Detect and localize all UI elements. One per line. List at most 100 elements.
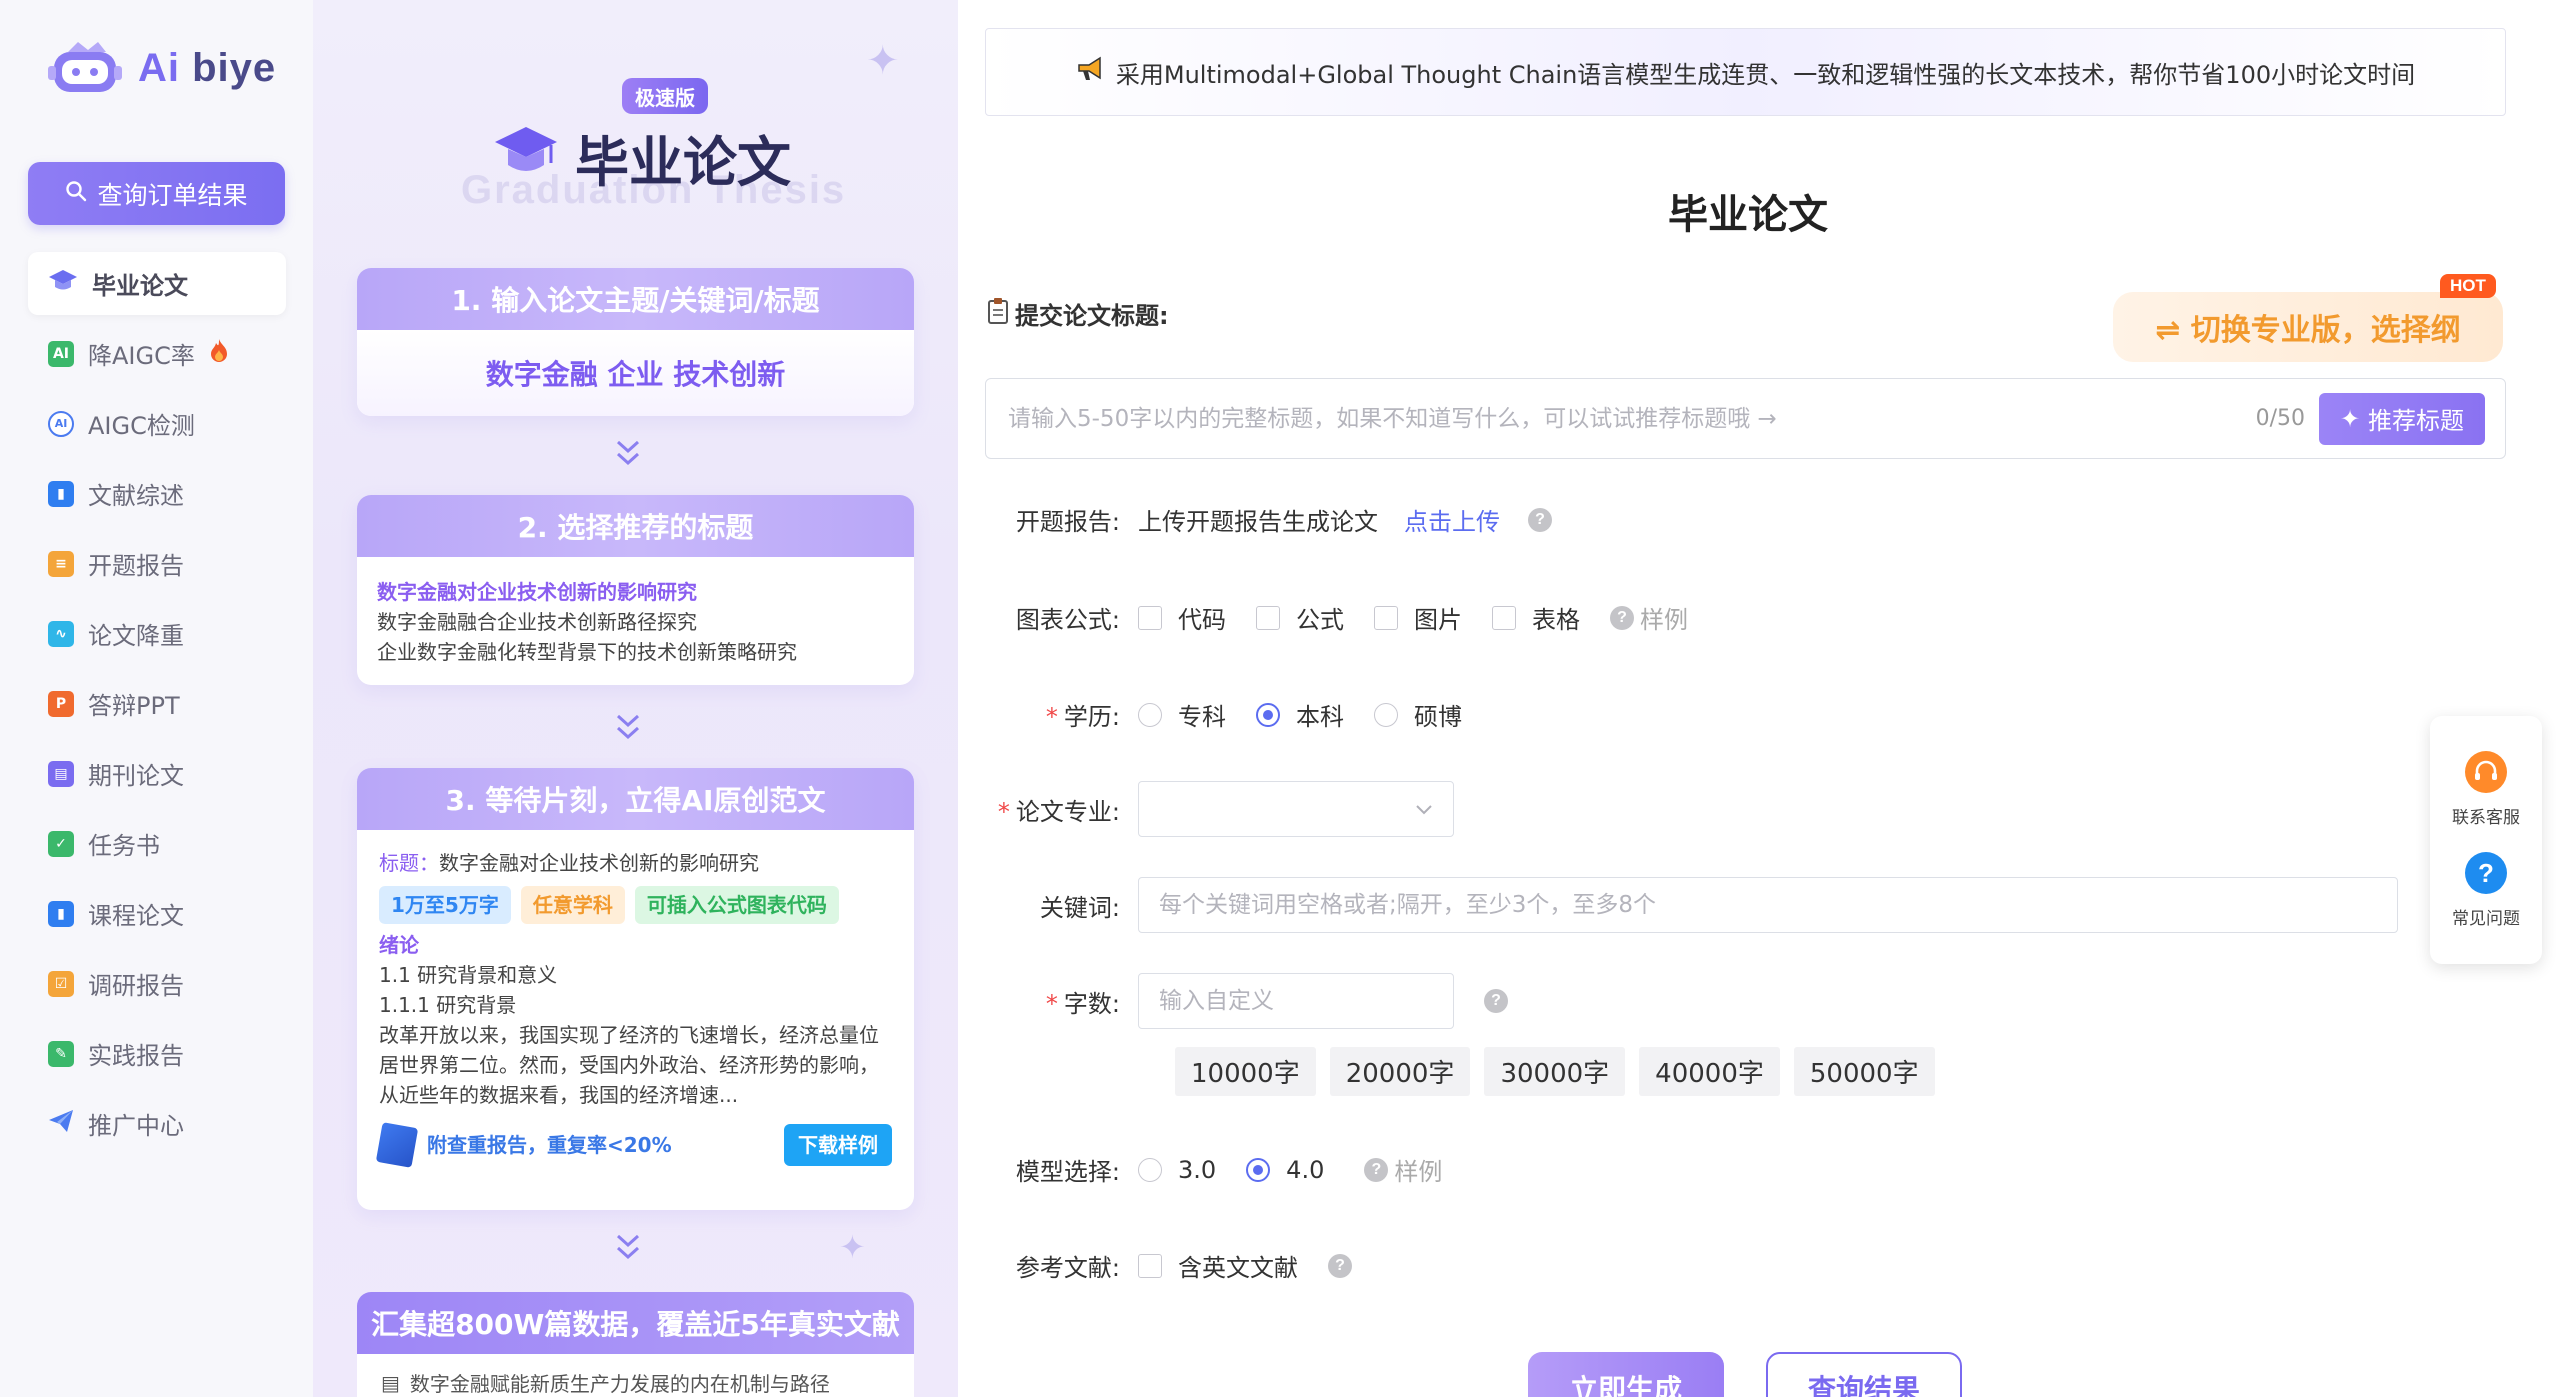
option-code[interactable]: 代码	[1138, 600, 1226, 635]
sidebar-item-journal[interactable]: ▤ 期刊论文	[28, 742, 286, 805]
checkbox-formula[interactable]	[1256, 605, 1280, 630]
sidebar-item-label: 课程论文	[88, 902, 184, 930]
step-3-body: 标题：数字金融对企业技术创新的影响研究 1万至5万字 任意学科 可插入公式图表代…	[357, 830, 914, 1182]
radio-bachelor[interactable]	[1256, 702, 1280, 727]
model-row: 模型选择: 3.0 4.0 ? 样例	[958, 1152, 1442, 1187]
radio-associate[interactable]	[1138, 702, 1162, 727]
checkbox-code[interactable]	[1138, 605, 1162, 630]
recommended-title-item: 数字金融对企业技术创新的影响研究	[377, 580, 697, 604]
help-icon: ?	[1364, 1157, 1389, 1182]
step-2-body: 数字金融对企业技术创新的影响研究 数字金融融合企业技术创新路径探究 企业数字金融…	[357, 557, 914, 685]
sidebar-item-aigc-detect[interactable]: AI AIGC检测	[28, 392, 286, 455]
checkbox-image[interactable]	[1374, 605, 1398, 630]
charts-row: 图表公式: 代码 公式 图片 表格 ? 样例	[958, 600, 1688, 635]
help-icon[interactable]: ?	[1328, 1253, 1352, 1278]
clipboard-icon	[987, 297, 1009, 331]
sample-line: 1.1.1 研究背景	[379, 993, 517, 1017]
radio-model-3[interactable]	[1138, 1157, 1162, 1182]
generate-button[interactable]: 立即生成	[1528, 1352, 1724, 1397]
faq-button[interactable]: ? 常见问题	[2452, 852, 2520, 929]
task-icon: ✓	[48, 830, 74, 857]
radio-model-4[interactable]	[1246, 1157, 1271, 1182]
practice-icon: ✎	[48, 1040, 74, 1067]
option-model-3[interactable]: 3.0	[1138, 1156, 1216, 1184]
promo-panel: ✦ ✦ 极速版 Graduation Thesis 毕业论文 1. 输入论文主题…	[313, 0, 958, 1397]
download-sample-button[interactable]: 下载样例	[784, 1124, 892, 1166]
title-input[interactable]	[986, 379, 2256, 458]
sidebar-item-survey-report[interactable]: ☑ 调研报告	[28, 952, 286, 1015]
major-label: * 论文专业:	[997, 797, 1120, 826]
wordcount-chip[interactable]: 30000字	[1484, 1047, 1626, 1096]
option-image[interactable]: 图片	[1374, 600, 1462, 635]
checkbox-table[interactable]	[1492, 605, 1516, 630]
sidebar-item-label: 期刊论文	[88, 762, 184, 790]
sidebar-item-proposal[interactable]: ≡ 开题报告	[28, 532, 286, 595]
help-icon[interactable]: ?	[1484, 989, 1508, 1013]
sidebar-item-reduce-duplication[interactable]: ∿ 论文降重	[28, 602, 286, 665]
sidebar-item-graduation-thesis[interactable]: 毕业论文	[28, 252, 286, 315]
sidebar-item-label: 任务书	[88, 832, 160, 860]
contact-service-button[interactable]: 联系客服	[2452, 750, 2520, 828]
sidebar-item-task-book[interactable]: ✓ 任务书	[28, 812, 286, 875]
query-result-button[interactable]: 查询结果	[1766, 1352, 1962, 1397]
sidebar-item-course-paper[interactable]: ▮ 课程论文	[28, 882, 286, 945]
sidebar-item-promotion[interactable]: 推广中心	[28, 1092, 286, 1155]
chevron-double-down-icon	[613, 1232, 643, 1267]
course-icon: ▮	[48, 900, 74, 927]
chart-icon: ∿	[48, 620, 74, 647]
step-3-head: 3. 等待片刻，立得AI原创范文	[357, 768, 914, 830]
checkbox-english-refs[interactable]	[1138, 1253, 1162, 1278]
references-label: 参考文献:	[1015, 1254, 1120, 1282]
query-order-label: 查询订单结果	[97, 180, 248, 210]
option-master-phd[interactable]: 硕博	[1374, 697, 1462, 732]
page-title: 毕业论文	[1668, 192, 1828, 238]
model-sample-link[interactable]: ? 样例	[1364, 1152, 1442, 1187]
switch-pro-button[interactable]: ⇌ 切换专业版，选择纲	[2113, 292, 2503, 362]
logo[interactable]: Ai biye	[48, 38, 276, 98]
sidebar-item-reduce-aigc[interactable]: AI 降AIGC率	[28, 322, 286, 385]
keywords-input[interactable]	[1138, 877, 2398, 933]
step-1-body: 数字金融 企业 技术创新	[357, 330, 914, 416]
recommend-title-button[interactable]: ✦ 推荐标题	[2319, 392, 2485, 445]
degree-row: * 学历: 专科 本科 硕博	[958, 697, 1492, 732]
sidebar-item-label: AIGC检测	[88, 412, 195, 440]
upload-link[interactable]: 点击上传	[1404, 502, 1500, 537]
promo-step-1: 1. 输入论文主题/关键词/标题 数字金融 企业 技术创新	[357, 268, 914, 416]
sidebar-item-label: 推广中心	[88, 1112, 184, 1140]
references-row: 参考文献: 含英文文献 ?	[958, 1248, 1352, 1283]
graduation-cap-icon	[48, 268, 78, 300]
model-label: 模型选择:	[1015, 1158, 1120, 1186]
major-select[interactable]	[1138, 781, 1454, 837]
document-icon: ▤	[381, 1370, 400, 1395]
wordcount-chip[interactable]: 50000字	[1793, 1047, 1935, 1096]
logo-text: Ai biye	[138, 45, 277, 90]
wordcount-chip[interactable]: 10000字	[1175, 1047, 1316, 1096]
robot-logo-icon	[48, 38, 126, 98]
sidebar-item-defense-ppt[interactable]: P 答辩PPT	[28, 672, 286, 735]
book-icon: ▮	[48, 480, 74, 507]
question-icon: ?	[2465, 852, 2507, 895]
sidebar-item-literature-review[interactable]: ▮ 文献综述	[28, 462, 286, 525]
help-icon[interactable]: ?	[1528, 507, 1552, 532]
sparkle-icon: ✦	[2339, 404, 2361, 433]
wordcount-row: *字数: ?	[958, 973, 1508, 1029]
option-associate[interactable]: 专科	[1138, 697, 1226, 732]
option-english-refs[interactable]: 含英文文献	[1138, 1248, 1298, 1283]
megaphone-icon	[1076, 55, 1106, 89]
graduation-cap-icon	[493, 123, 559, 192]
sidebar-item-practice-report[interactable]: ✎ 实践报告	[28, 1022, 286, 1085]
charts-sample-link[interactable]: ? 样例	[1610, 600, 1688, 635]
tag-formula-chart-code: 可插入公式图表代码	[634, 886, 839, 924]
radio-master-phd[interactable]	[1374, 702, 1398, 727]
sparkle-icon: ✦	[839, 1228, 866, 1266]
wordcount-chip[interactable]: 40000字	[1639, 1047, 1780, 1096]
query-order-button[interactable]: 查询订单结果	[28, 162, 285, 225]
option-formula[interactable]: 公式	[1256, 600, 1344, 635]
wordcount-input[interactable]	[1138, 973, 1454, 1029]
option-bachelor[interactable]: 本科	[1256, 697, 1344, 732]
option-model-4[interactable]: 4.0	[1246, 1156, 1324, 1184]
main-content: 采用Multimodal+Global Thought Chain语言模型生成连…	[958, 0, 2561, 1397]
option-table[interactable]: 表格	[1492, 600, 1580, 635]
wordcount-chip[interactable]: 20000字	[1329, 1047, 1471, 1096]
wordcount-presets: 10000字 20000字 30000字 40000字 50000字	[1175, 1047, 1935, 1096]
